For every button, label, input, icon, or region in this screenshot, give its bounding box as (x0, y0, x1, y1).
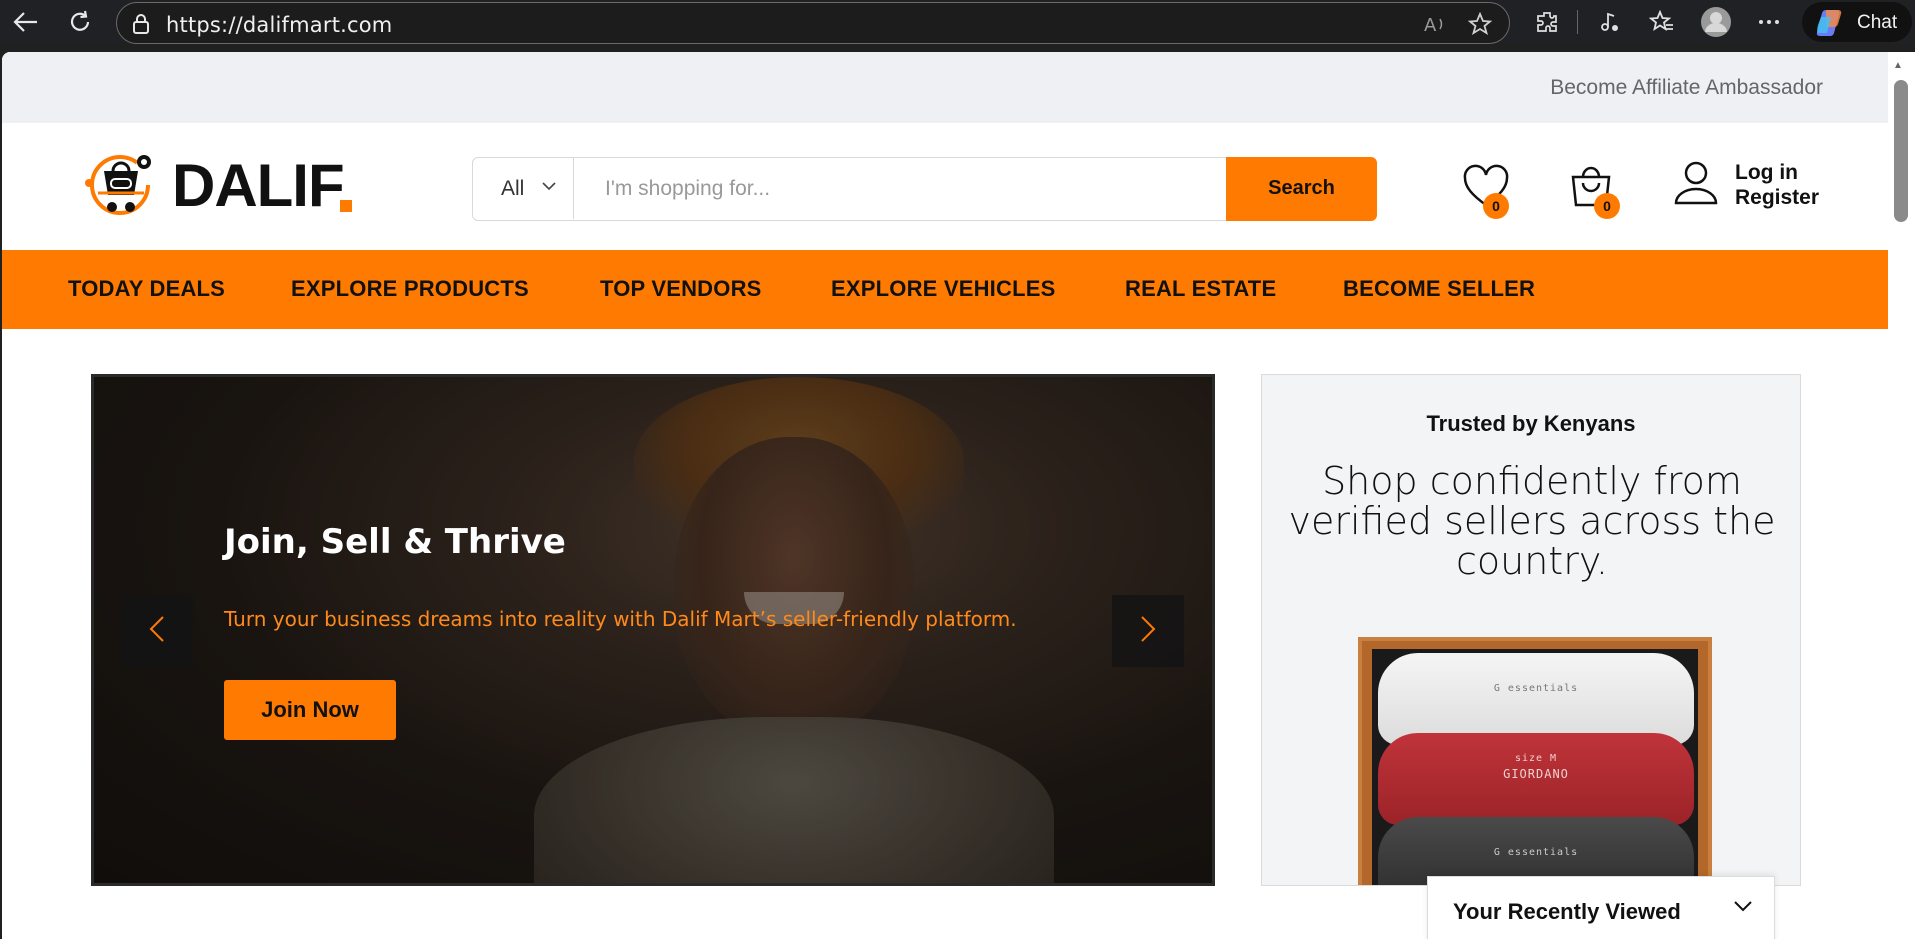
browser-toolbar: https://dalifmart.com A Chat (0, 0, 1915, 44)
affiliate-link[interactable]: Become Affiliate Ambassador (1550, 76, 1823, 100)
nav-today-deals[interactable]: TODAY DEALS (68, 276, 225, 302)
category-select[interactable]: All (473, 158, 574, 219)
cart-count-badge: 0 (1594, 193, 1620, 219)
search-button[interactable]: Search (1226, 156, 1377, 221)
nav-explore-vehicles[interactable]: EXPLORE VEHICLES (831, 276, 1055, 302)
register-link[interactable]: Register (1735, 185, 1819, 210)
lock-icon[interactable] (131, 13, 151, 40)
profile-avatar-icon[interactable] (1700, 6, 1732, 38)
nav-become-seller[interactable]: BECOME SELLER (1343, 276, 1535, 302)
web-page: Become Affiliate Ambassador DALIF All I'… (2, 52, 1888, 939)
top-strip: Become Affiliate Ambassador (2, 52, 1888, 123)
chat-label: Chat (1857, 12, 1898, 33)
logo-text[interactable]: DALIF (172, 151, 345, 220)
main-nav: TODAY DEALS EXPLORE PRODUCTS TOP VENDORS… (2, 250, 1888, 329)
toolbar-divider (1577, 10, 1578, 34)
recently-viewed-label: Your Recently Viewed (1453, 899, 1681, 924)
scrollbar-thumb[interactable] (1894, 80, 1908, 222)
search-input[interactable] (575, 158, 1227, 219)
logo-dot (340, 200, 352, 212)
read-aloud-icon[interactable]: A (1424, 13, 1448, 40)
red-shirt-label: GIORDANO (1503, 767, 1569, 781)
grey-shirt-label: G essentials (1493, 847, 1579, 858)
trust-body: Shop confidently from verified sellers a… (1288, 459, 1776, 583)
red-shirt: size M GIORDANO (1378, 733, 1694, 825)
svg-text:A: A (1424, 15, 1437, 35)
media-icon[interactable] (1593, 6, 1625, 38)
chevron-left-icon (149, 615, 165, 648)
nav-real-estate[interactable]: REAL ESTATE (1125, 276, 1276, 302)
chevron-down-icon (1733, 899, 1753, 918)
red-shirt-size: size M (1514, 753, 1558, 764)
copilot-icon (1814, 7, 1846, 42)
logo-icon[interactable] (84, 153, 158, 219)
folded-shirts-image: G essentials size M GIORDANO G essential… (1358, 637, 1712, 885)
site-header: DALIF All Search 0 0 Log in Register (2, 123, 1888, 252)
account-links: Log in Register (1735, 160, 1819, 210)
favorite-star-icon[interactable] (1467, 11, 1493, 41)
address-bar[interactable]: https://dalifmart.com A (116, 2, 1510, 44)
back-icon[interactable] (10, 6, 42, 38)
hero-title: Join, Sell & Thrive (224, 522, 566, 562)
trust-heading: Trusted by Kenyans (1426, 411, 1636, 436)
extensions-icon[interactable] (1531, 6, 1563, 38)
search-bar: All Search (472, 156, 1377, 221)
hero-subtitle: Turn your business dreams into reality w… (224, 607, 1017, 631)
reload-icon[interactable] (64, 6, 96, 38)
nav-top-vendors[interactable]: TOP VENDORS (600, 276, 762, 302)
user-account-icon[interactable] (1672, 159, 1720, 207)
hero-slider: Join, Sell & Thrive Turn your business d… (91, 374, 1215, 886)
wishlist-count-badge: 0 (1483, 193, 1509, 219)
more-menu-icon[interactable] (1753, 6, 1785, 38)
slider-prev-button[interactable] (121, 595, 193, 667)
favorites-icon[interactable] (1646, 6, 1678, 38)
white-shirt: G essentials (1378, 653, 1694, 745)
copilot-chat-button[interactable]: Chat (1802, 2, 1912, 42)
nav-explore-products[interactable]: EXPLORE PRODUCTS (291, 276, 529, 302)
url-text[interactable]: https://dalifmart.com (166, 13, 392, 37)
login-link[interactable]: Log in (1735, 160, 1819, 185)
join-now-button[interactable]: Join Now (224, 680, 396, 740)
slider-next-button[interactable] (1112, 595, 1184, 667)
category-value: All (501, 177, 525, 200)
chevron-right-icon (1140, 615, 1156, 648)
white-shirt-label: G essentials (1493, 683, 1579, 694)
trust-card: Trusted by Kenyans Shop confidently from… (1261, 374, 1801, 886)
recently-viewed-toggle[interactable]: Your Recently Viewed (1427, 876, 1775, 939)
box-interior: G essentials size M GIORDANO G essential… (1372, 649, 1698, 885)
scroll-up-arrow-icon[interactable]: ▲ (1893, 60, 1903, 71)
chevron-down-icon (541, 178, 557, 196)
